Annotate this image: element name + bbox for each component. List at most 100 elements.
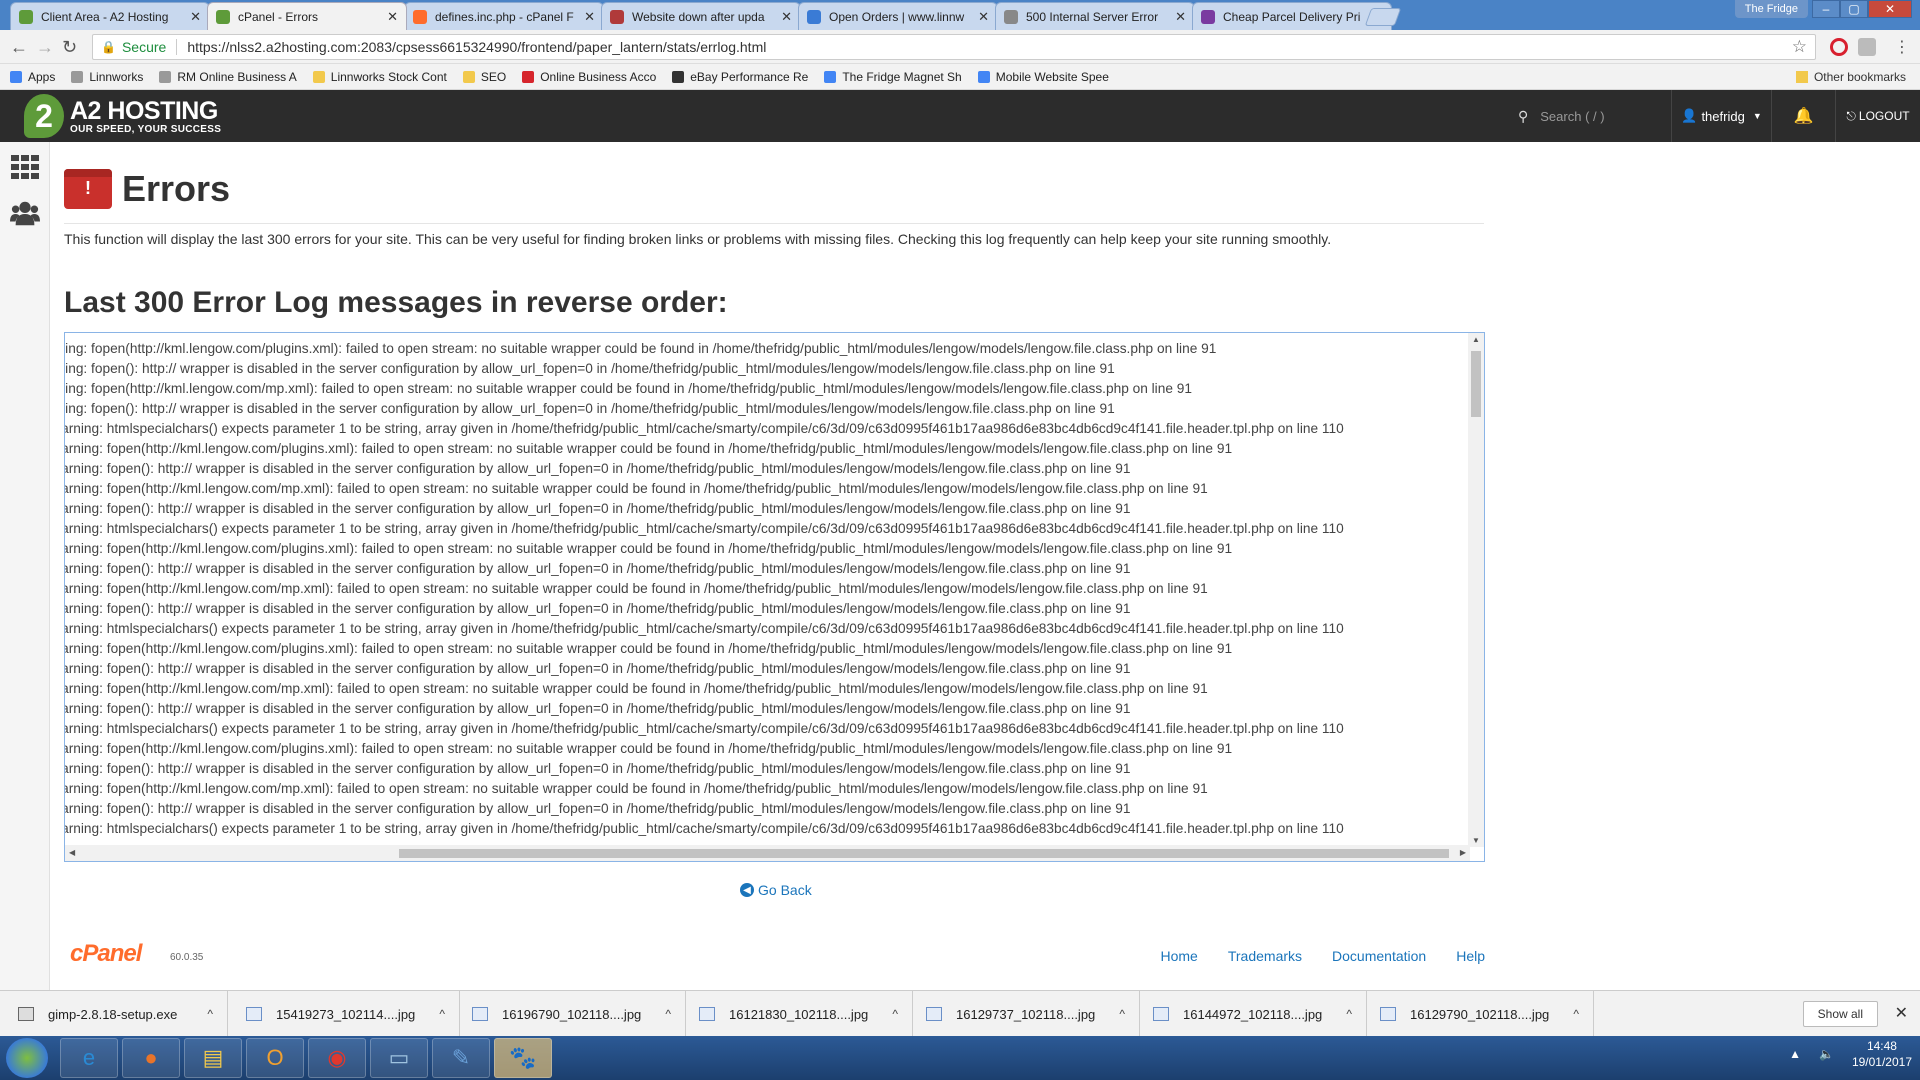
other-bookmarks[interactable]: Other bookmarks	[1795, 70, 1906, 84]
browser-tab[interactable]: cPanel - Errors ✕	[207, 2, 407, 30]
browser-tab[interactable]: 500 Internal Server Error ✕	[995, 2, 1195, 30]
maximize-icon[interactable]: ▢	[1840, 0, 1868, 18]
log-line: Varning: fopen(http://kml.lengow.com/mp.…	[64, 681, 1208, 696]
bookmark-item[interactable]: The Fridge Magnet Sh	[824, 70, 962, 84]
close-tab-icon[interactable]: ✕	[781, 9, 792, 25]
log-line: Varning: fopen(http://kml.lengow.com/plu…	[64, 641, 1233, 656]
browser-tab[interactable]: defines.inc.php - cPanel F ✕	[404, 2, 604, 30]
close-tab-icon[interactable]: ✕	[978, 9, 989, 25]
download-item[interactable]: 16196790_102118....jpg ^	[472, 991, 686, 1037]
close-tab-icon[interactable]: ✕	[1175, 9, 1186, 25]
file-explorer-icon[interactable]: ▤	[184, 1038, 242, 1078]
address-bar[interactable]: 🔒 Secure https://nlss2.a2hosting.com:208…	[92, 34, 1816, 60]
bookmark-item[interactable]: eBay Performance Re	[672, 70, 808, 84]
bookmark-item[interactable]: Mobile Website Spee	[977, 70, 1109, 84]
chevron-up-icon[interactable]: ^	[1346, 1007, 1352, 1021]
close-download-shelf-icon[interactable]: ✕	[1895, 1003, 1908, 1023]
notepad-icon[interactable]: ▭	[370, 1038, 428, 1078]
horizontal-scroll-thumb[interactable]	[399, 849, 1449, 858]
scroll-down-arrow-icon[interactable]: ▼	[1472, 836, 1480, 845]
url-text[interactable]: https://nlss2.a2hosting.com:2083/cpsess6…	[187, 39, 766, 55]
tray-expand-icon[interactable]: ▲	[1789, 1047, 1801, 1061]
bookmark-item[interactable]: RM Online Business A	[159, 70, 297, 84]
browser-tab[interactable]: Client Area - A2 Hosting ✕	[10, 2, 210, 30]
new-tab-button[interactable]	[1364, 8, 1402, 26]
browser-tab[interactable]: Open Orders | www.linnw ✕	[798, 2, 998, 30]
secure-label: Secure	[121, 39, 167, 55]
user-menu[interactable]: 👤 thefridg ▼	[1672, 90, 1772, 142]
cpanel-logo[interactable]: cPanel	[70, 940, 142, 968]
outlook-icon[interactable]: O	[246, 1038, 304, 1078]
bookmark-item[interactable]: SEO	[462, 70, 506, 84]
chevron-up-icon[interactable]: ^	[1119, 1007, 1125, 1021]
reload-icon[interactable]: ↻	[62, 37, 77, 58]
browser-profile-button[interactable]: The Fridge	[1734, 0, 1808, 18]
windows-start-icon[interactable]	[6, 1038, 48, 1078]
log-line: Varning: fopen(http://kml.lengow.com/mp.…	[64, 781, 1208, 796]
vertical-scrollbar[interactable]: ▲ ▼	[1468, 333, 1484, 847]
footer-link-help[interactable]: Help	[1456, 948, 1485, 964]
grammarly-extension-icon[interactable]	[1858, 38, 1876, 56]
errors-icon: !	[64, 168, 112, 209]
search-input[interactable]: Search ( / )	[1540, 109, 1604, 124]
download-item[interactable]: 16144972_102118....jpg ^	[1153, 991, 1367, 1037]
vertical-scroll-thumb[interactable]	[1471, 351, 1481, 417]
forward-arrow-icon[interactable]: →	[36, 37, 54, 58]
paint-icon[interactable]: ✎	[432, 1038, 490, 1078]
home-grid-icon[interactable]	[10, 152, 40, 182]
close-window-icon[interactable]: ✕	[1868, 0, 1912, 18]
close-tab-icon[interactable]: ✕	[584, 9, 595, 25]
chevron-up-icon[interactable]: ^	[439, 1007, 445, 1021]
chevron-up-icon[interactable]: ^	[1573, 1007, 1579, 1021]
notifications-bell-icon[interactable]: 🔔	[1772, 90, 1836, 142]
chrome-icon[interactable]: ◉	[308, 1038, 366, 1078]
menu-kebab-icon[interactable]: ⋮	[1894, 37, 1910, 57]
scroll-up-arrow-icon[interactable]: ▲	[1472, 335, 1480, 344]
logout-button[interactable]: ⎋ LOGOUT	[1836, 90, 1920, 142]
download-item[interactable]: 16129790_102118....jpg ^	[1380, 991, 1594, 1037]
chevron-up-icon[interactable]: ^	[665, 1007, 671, 1021]
minimize-icon[interactable]: –	[1812, 0, 1840, 18]
bookmark-item[interactable]: Online Business Acco	[522, 70, 656, 84]
cpanel-icon	[413, 9, 427, 24]
bookmark-item[interactable]: Linnworks Stock Cont	[312, 70, 447, 84]
scroll-right-arrow-icon[interactable]: ▶	[1460, 848, 1466, 857]
close-tab-icon[interactable]: ✕	[190, 9, 201, 25]
close-tab-icon[interactable]: ✕	[387, 9, 398, 25]
download-item[interactable]: 15419273_102114....jpg ^	[246, 991, 460, 1037]
firefox-icon[interactable]: ●	[122, 1038, 180, 1078]
opera-extension-icon[interactable]	[1830, 38, 1848, 56]
bookmark-item[interactable]: Linnworks	[71, 70, 143, 84]
header-search[interactable]: ⚲ Search ( / )	[1500, 90, 1672, 142]
volume-icon[interactable]: 🔈	[1819, 1047, 1834, 1061]
chevron-up-icon[interactable]: ^	[207, 1007, 213, 1021]
log-line: rning: fopen(): http:// wrapper is disab…	[64, 401, 1115, 416]
download-item[interactable]: 16121830_102118....jpg ^	[699, 991, 913, 1037]
log-line: rning: fopen(http://kml.lengow.com/mp.xm…	[64, 381, 1192, 396]
browser-tab[interactable]: Website down after upda ✕	[601, 2, 801, 30]
chevron-up-icon[interactable]: ^	[892, 1007, 898, 1021]
download-item[interactable]: gimp-2.8.18-setup.exe ^	[18, 991, 228, 1037]
internet-explorer-icon[interactable]: e	[60, 1038, 118, 1078]
bookmark-star-icon[interactable]: ☆	[1792, 37, 1807, 57]
address-separator	[176, 39, 178, 55]
bookmark-item[interactable]: Apps	[10, 70, 55, 84]
page-footer: cPanel 60.0.35 Home Trademarks Documentati…	[64, 940, 1485, 980]
go-back-link[interactable]: ◀ Go Back	[740, 882, 812, 898]
footer-link-trademarks[interactable]: Trademarks	[1228, 948, 1302, 964]
scroll-left-arrow-icon[interactable]: ◀	[69, 848, 75, 857]
google-icon	[824, 70, 837, 83]
gimp-icon[interactable]: 🐾	[494, 1038, 552, 1078]
browser-tab[interactable]: Cheap Parcel Delivery Pri✕	[1192, 2, 1392, 30]
clock[interactable]: 14:48 19/01/2017	[1852, 1038, 1912, 1070]
error-log-textarea[interactable]: rning: fopen(http://kml.lengow.com/plugi…	[64, 332, 1485, 862]
footer-link-documentation[interactable]: Documentation	[1332, 948, 1426, 964]
show-all-downloads-button[interactable]: Show all	[1802, 1001, 1878, 1027]
log-line: Varning: htmlspecialchars() expects para…	[64, 821, 1344, 836]
a2-hosting-logo[interactable]: 2 A2 HOSTING OUR SPEED, YOUR SUCCESS	[24, 94, 221, 138]
horizontal-scrollbar[interactable]: ◀ ▶	[65, 845, 1470, 861]
back-arrow-icon[interactable]: ←	[10, 37, 28, 58]
footer-link-home[interactable]: Home	[1161, 948, 1198, 964]
download-item[interactable]: 16129737_102118....jpg ^	[926, 991, 1140, 1037]
users-group-icon[interactable]	[10, 198, 40, 228]
